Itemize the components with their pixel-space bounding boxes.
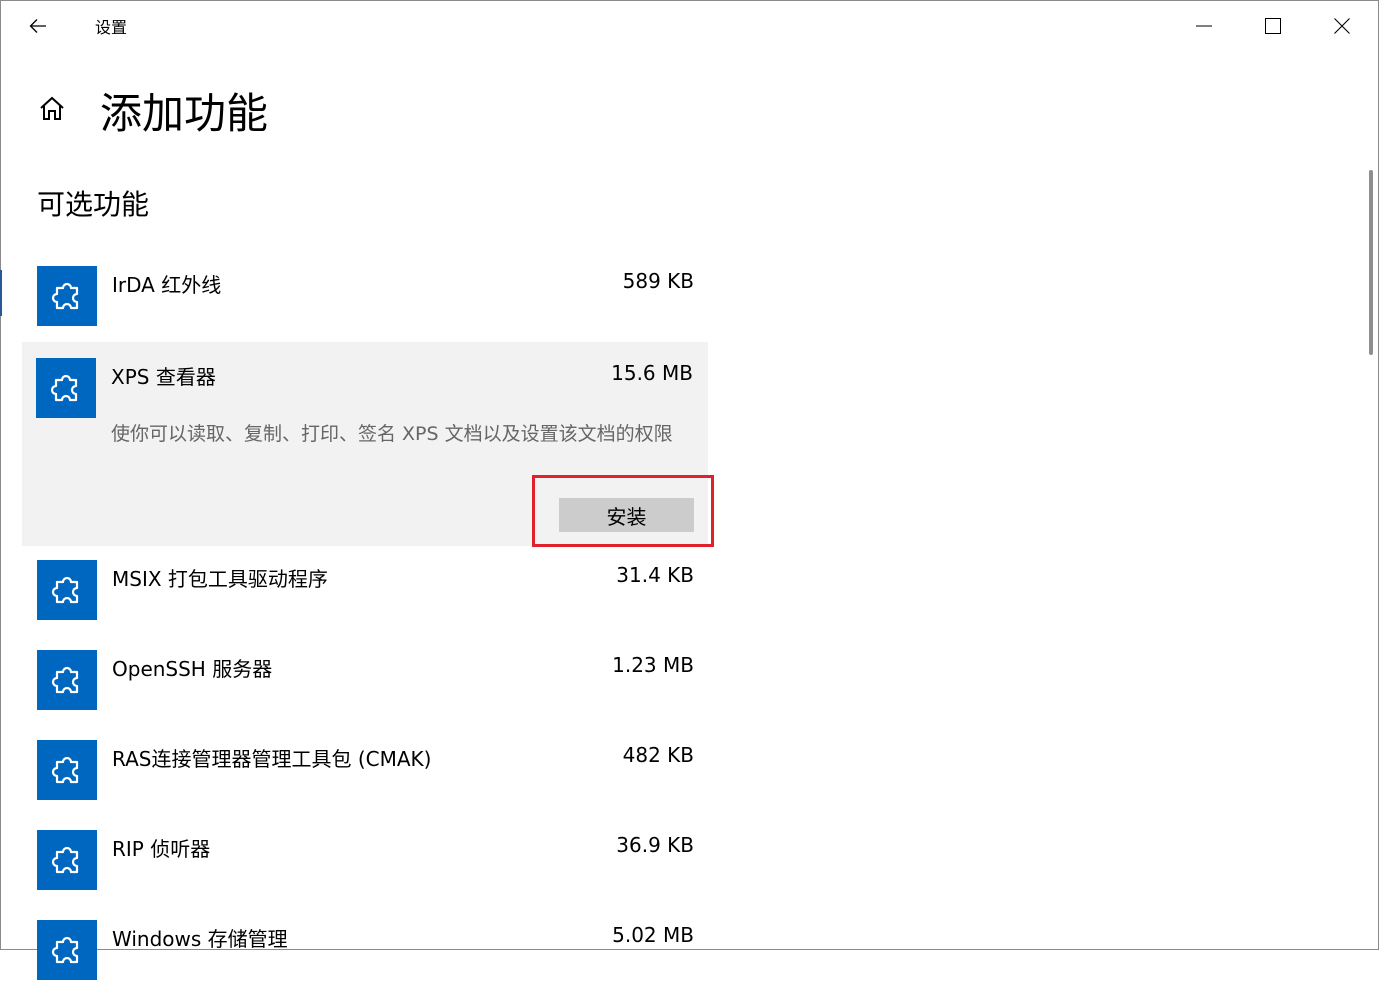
- puzzle-icon-container: [37, 740, 97, 800]
- feature-item-irda[interactable]: IrDA 红外线 589 KB: [22, 252, 708, 342]
- page-title: 添加功能: [100, 89, 269, 138]
- puzzle-icon-container: [36, 358, 96, 418]
- puzzle-icon: [51, 576, 79, 604]
- puzzle-icon: [51, 666, 79, 694]
- back-button[interactable]: [20, 8, 56, 44]
- puzzle-icon: [51, 936, 79, 964]
- feature-size: 36.9 KB: [616, 833, 694, 857]
- feature-name: MSIX 打包工具驱动程序: [112, 567, 328, 591]
- install-button[interactable]: 安装: [559, 498, 694, 532]
- feature-item-windows-storage-management[interactable]: Windows 存储管理 5.02 MB: [22, 906, 708, 996]
- puzzle-icon: [50, 374, 78, 402]
- feature-name: RIP 侦听器: [112, 837, 211, 861]
- puzzle-icon-container: [37, 266, 97, 326]
- feature-item-openssh-server[interactable]: OpenSSH 服务器 1.23 MB: [22, 636, 708, 726]
- feature-item-msix[interactable]: MSIX 打包工具驱动程序 31.4 KB: [22, 546, 708, 636]
- close-button[interactable]: [1308, 0, 1376, 52]
- puzzle-icon-container: [37, 920, 97, 980]
- feature-size: 31.4 KB: [616, 563, 694, 587]
- feature-size: 5.02 MB: [612, 923, 694, 947]
- feature-description: 使你可以读取、复制、打印、签名 XPS 文档以及设置该文档的权限: [111, 423, 673, 445]
- section-title: 可选功能: [37, 188, 150, 221]
- feature-name: XPS 查看器: [111, 365, 216, 389]
- app-title: 设置: [95, 18, 128, 37]
- feature-name: OpenSSH 服务器: [112, 657, 273, 681]
- puzzle-icon-container: [37, 830, 97, 890]
- puzzle-icon: [51, 846, 79, 874]
- feature-name: RAS连接管理器管理工具包 (CMAK): [112, 747, 432, 771]
- home-icon: [40, 96, 64, 120]
- feature-size: 482 KB: [622, 743, 694, 767]
- maximize-button[interactable]: [1239, 0, 1307, 52]
- feature-list: IrDA 红外线 589 KB XPS 查看器 15.6 MB 使你可以读取、复…: [22, 252, 708, 996]
- feature-item-rip-listener[interactable]: RIP 侦听器 36.9 KB: [22, 816, 708, 906]
- home-button[interactable]: [36, 92, 68, 124]
- feature-size: 15.6 MB: [611, 361, 693, 385]
- feature-item-ras-cmak[interactable]: RAS连接管理器管理工具包 (CMAK) 482 KB: [22, 726, 708, 816]
- puzzle-icon-container: [37, 650, 97, 710]
- minimize-icon: [1196, 25, 1212, 27]
- back-arrow-icon: [29, 19, 46, 33]
- feature-size: 1.23 MB: [612, 653, 694, 677]
- maximize-icon: [1265, 18, 1281, 34]
- puzzle-icon: [51, 282, 79, 310]
- window-edge-accent: [0, 270, 2, 316]
- puzzle-icon: [51, 756, 79, 784]
- feature-name: Windows 存储管理: [112, 927, 288, 951]
- close-icon: [1334, 18, 1350, 34]
- feature-name: IrDA 红外线: [112, 273, 222, 297]
- puzzle-icon-container: [37, 560, 97, 620]
- scrollbar-thumb[interactable]: [1369, 170, 1373, 355]
- title-bar: 设置: [0, 0, 1379, 52]
- minimize-button[interactable]: [1170, 0, 1238, 52]
- feature-size: 589 KB: [622, 269, 694, 293]
